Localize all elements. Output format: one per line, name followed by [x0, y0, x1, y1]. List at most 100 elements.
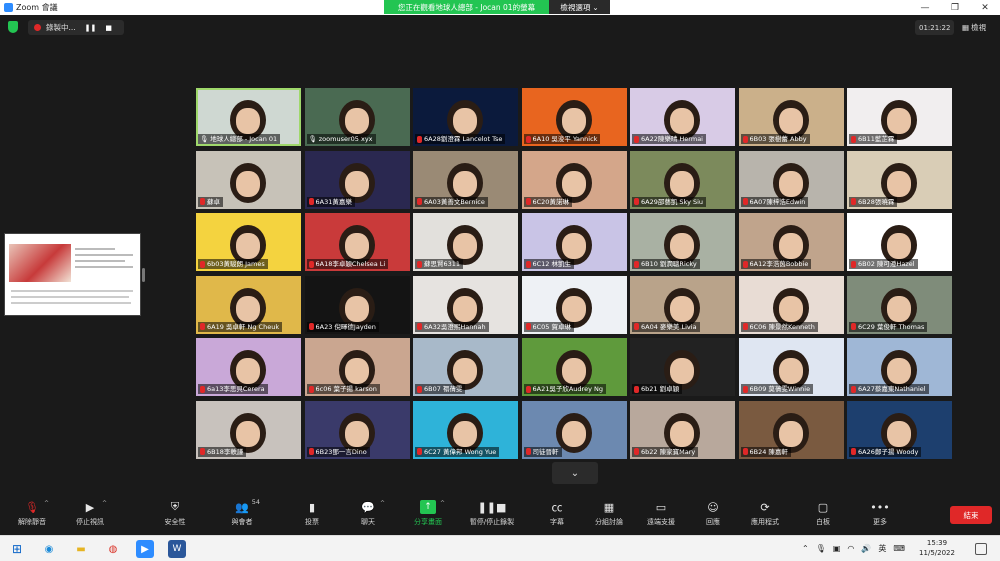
- remote-support-button[interactable]: ▭ 遠端支援: [633, 500, 689, 532]
- chat-button[interactable]: 💬 ^ 聊天: [340, 500, 396, 532]
- stop-recording-icon[interactable]: ■: [105, 24, 112, 32]
- edge-browser-icon[interactable]: ◉: [40, 540, 58, 558]
- participant-tile[interactable]: 6B07 禤蒨雯: [413, 338, 518, 396]
- view-options-button[interactable]: 檢視選項 ⌄: [549, 0, 610, 14]
- participant-tile[interactable]: 6C12 林凱生: [521, 213, 627, 271]
- muted-mic-icon: [851, 260, 856, 268]
- breakout-rooms-button[interactable]: ▦ 分組討論: [581, 500, 637, 532]
- participant-tile[interactable]: 司徒晉軒: [521, 400, 627, 459]
- participant-tile[interactable]: 6A18李卓穎Chelsea Li: [304, 213, 410, 271]
- chrome-icon[interactable]: ◍: [104, 540, 122, 558]
- participant-name-label: 6B28張曉霖: [849, 196, 898, 207]
- ime-indicator[interactable]: 英: [878, 543, 886, 554]
- end-meeting-button[interactable]: 結束: [950, 506, 992, 524]
- pause-stop-recording-button[interactable]: ❚❚■ 暫停/停止錄製: [464, 500, 520, 532]
- participant-tile[interactable]: 6B23鄧一言Dino: [304, 400, 410, 459]
- participant-tile[interactable]: 6b03黃駿朗 James: [196, 213, 301, 271]
- participant-name-label: 6A22陳樂晴 Hermai: [632, 134, 706, 144]
- participant-tile[interactable]: 蘇卓: [196, 150, 301, 209]
- share-screen-button[interactable]: ↑ ^ 分享畫面: [400, 500, 456, 532]
- taskbar-clock[interactable]: 15:39 11/5/2022: [912, 538, 962, 558]
- whiteboard-button[interactable]: ▢ 白板: [795, 500, 851, 532]
- participant-name-label: 6B07 禤蒨雯: [415, 384, 466, 394]
- participant-tile[interactable]: 6c06 葉子揚 karson: [304, 338, 410, 396]
- captions-button[interactable]: ㏄ 字幕: [529, 500, 585, 532]
- security-button[interactable]: ⛨ 安全性: [147, 500, 203, 532]
- unmute-button[interactable]: 🎙 ^ 解除靜音: [4, 500, 60, 532]
- participant-tile[interactable]: 6A04 麥樂美 Livia: [630, 275, 735, 334]
- participant-tile[interactable]: 6A10 吳浚平 Yannick: [521, 88, 627, 146]
- muted-mic-icon: [851, 135, 856, 143]
- zoom-taskbar-icon[interactable]: ▶: [136, 540, 154, 558]
- file-explorer-icon[interactable]: ▬: [72, 540, 90, 558]
- word-icon[interactable]: W: [168, 540, 186, 558]
- close-button[interactable]: ✕: [970, 0, 1000, 15]
- participant-tile[interactable]: 6b21 劉卓穎: [630, 338, 735, 396]
- participant-tile[interactable]: 6A28劉澄霖 Lancelot Tse: [413, 88, 518, 146]
- participant-tile[interactable]: 6A03黃善文Bernice: [413, 150, 518, 209]
- participant-tile[interactable]: 6C06 陳景然Kenneth: [738, 275, 844, 334]
- participant-tile[interactable]: 🎙 zoomuser05 xyx: [304, 88, 410, 146]
- participants-button[interactable]: 👥 54 與會者: [214, 498, 270, 532]
- volume-icon[interactable]: 🔊: [861, 544, 871, 553]
- participant-tile[interactable]: 6a13李思貝Cerera: [196, 338, 301, 396]
- participant-face: [670, 108, 694, 134]
- participant-tile[interactable]: 蘇思賢6311: [413, 213, 518, 271]
- participant-name-label: 蘇思賢6311: [415, 259, 464, 269]
- text-line: [75, 254, 133, 256]
- participant-tile[interactable]: 6B18李軼謙: [196, 400, 301, 459]
- participant-tile[interactable]: 6A19 吳卓軒 Ng Cheuk: [196, 275, 301, 334]
- participant-tile[interactable]: 6A32吳澄熙Hannah: [413, 275, 518, 334]
- resize-handle[interactable]: [142, 268, 145, 282]
- participant-name: 6C20黃諾琳: [532, 197, 569, 206]
- participant-tile[interactable]: 6C05 賀卓琳: [521, 275, 627, 334]
- participant-tile[interactable]: 6A31黃嘉樂: [304, 150, 410, 209]
- participant-name-label: 6A10 吳浚平 Yannick: [523, 134, 601, 144]
- participant-tile[interactable]: 6B24 陳嘉軒: [738, 400, 844, 459]
- participant-tile[interactable]: 6A29邵藝凱 Sky Siu: [630, 150, 735, 209]
- participant-tile[interactable]: 6B09 莫蒨雯Winnie: [738, 338, 844, 396]
- participant-tile[interactable]: 6b22 陳家寶Mary: [630, 400, 735, 459]
- participant-tile[interactable]: 6A23 倪暉德Jayden: [304, 275, 410, 334]
- participant-tile[interactable]: 6A21吳子欣Audrey Ng: [521, 338, 627, 396]
- participant-tile[interactable]: 🎙 地球人總部 - Jocan 01: [196, 88, 301, 146]
- camera-icon[interactable]: ▣: [833, 544, 841, 553]
- reactions-button[interactable]: ☺ 回應: [685, 500, 741, 532]
- participant-tile[interactable]: 6A22陳樂晴 Hermai: [630, 88, 735, 146]
- encryption-shield-icon[interactable]: [8, 21, 18, 33]
- microphone-icon[interactable]: 🎙: [816, 544, 826, 553]
- windows-start-icon[interactable]: ⊞: [8, 540, 26, 558]
- participant-face: [453, 420, 477, 447]
- participant-tile[interactable]: 6A27蔡嘉東Nathaniel: [847, 338, 952, 396]
- participant-name: 6b22 陳家寶Mary: [641, 447, 696, 456]
- polls-button[interactable]: ▮ 投票: [284, 500, 340, 532]
- wifi-icon[interactable]: ◠: [847, 544, 854, 553]
- maximize-button[interactable]: ❐: [940, 0, 970, 15]
- participant-tile[interactable]: 6C29 葉俊軒 Thomas: [847, 275, 952, 334]
- participant-tile[interactable]: 6C27 黃偉邦 Wong Yue: [413, 400, 518, 459]
- participant-tile[interactable]: 6A07陳梓浩Edwin: [738, 150, 844, 209]
- participant-tile[interactable]: 6B28張曉霖: [847, 150, 952, 209]
- participant-tile[interactable]: 6B11藍芷霖: [847, 88, 952, 146]
- participant-name: 6B10 劉潤聰Ricky: [641, 260, 697, 268]
- participant-name: 6b21 劉卓穎: [641, 385, 680, 393]
- keyboard-icon[interactable]: ⌨: [893, 544, 905, 553]
- minimize-button[interactable]: —: [910, 0, 940, 15]
- chevron-up-icon[interactable]: ⌃: [802, 544, 809, 553]
- participant-tile[interactable]: 6C20黃諾琳: [521, 150, 627, 209]
- participant-tile[interactable]: 6B03 張樹蕾 Abby: [738, 88, 844, 146]
- notification-icon[interactable]: [975, 543, 987, 555]
- stop-video-button[interactable]: ▶ ^ 停止視訊: [62, 500, 118, 532]
- muted-mic-icon: [742, 135, 748, 143]
- view-button[interactable]: ▦ 檢視: [962, 20, 986, 35]
- participant-tile[interactable]: 6B10 劉潤聰Ricky: [630, 213, 735, 271]
- apps-button[interactable]: ⟳ 應用程式: [737, 500, 793, 532]
- more-button[interactable]: ••• 更多: [852, 500, 908, 532]
- pause-recording-icon[interactable]: ❚❚: [85, 24, 97, 32]
- participant-tile[interactable]: 6A12李浩茵Bobbie: [738, 213, 844, 271]
- participant-tile[interactable]: 6B02 陳可澄Hazel: [847, 213, 952, 271]
- shield-icon: ⛨: [170, 500, 180, 513]
- gallery-next-page-button[interactable]: ⌄: [552, 462, 598, 484]
- shared-screen-thumbnail[interactable]: [4, 233, 141, 316]
- participant-tile[interactable]: 6A26鄭子揚 Woody: [847, 400, 952, 459]
